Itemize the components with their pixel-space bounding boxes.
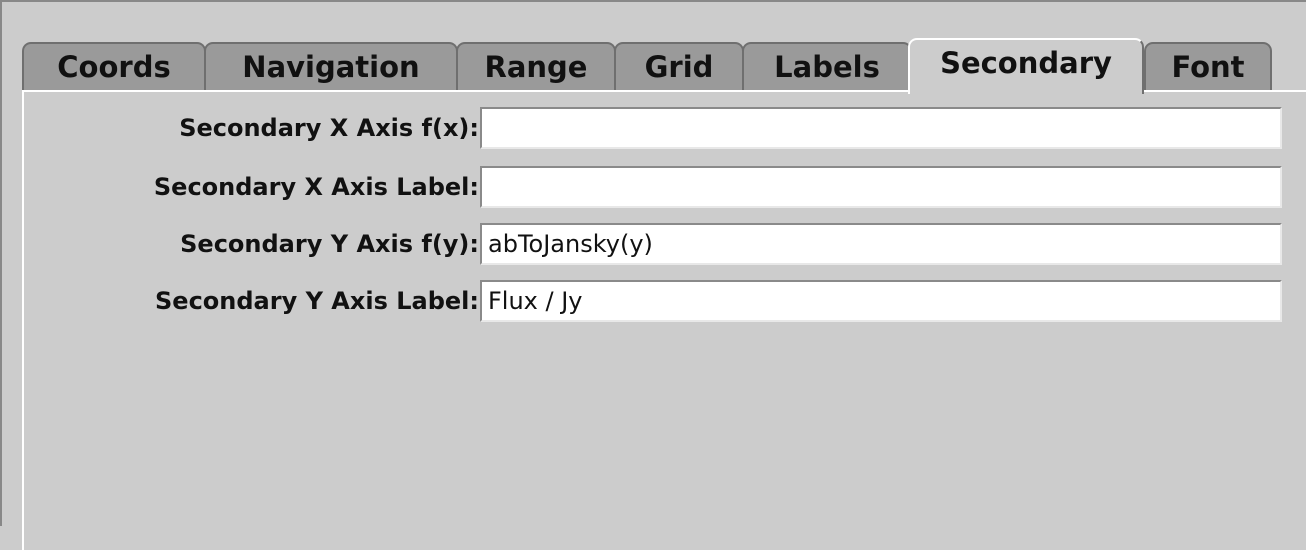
tab-navigation[interactable]: Navigation	[204, 42, 458, 90]
secondary-y-function-input[interactable]	[480, 223, 1282, 265]
tab-grid[interactable]: Grid	[614, 42, 744, 90]
form-row: Secondary X Axis f(x):	[24, 107, 1294, 149]
secondary-x-label-input[interactable]	[480, 166, 1282, 208]
secondary-x-function-label: Secondary X Axis f(x):	[179, 114, 479, 142]
tab-labels[interactable]: Labels	[742, 42, 912, 90]
tab-coords[interactable]: Coords	[22, 42, 206, 90]
tab-bar: Coords Navigation Range Grid Labels Seco…	[22, 38, 1292, 94]
tab-secondary[interactable]: Secondary	[908, 38, 1144, 94]
secondary-y-function-label: Secondary Y Axis f(y):	[180, 230, 479, 258]
secondary-y-label-input[interactable]	[480, 280, 1282, 322]
window-frame: Coords Navigation Range Grid Labels Seco…	[0, 0, 1306, 550]
secondary-axes-panel: Secondary X Axis f(x): Secondary X Axis …	[22, 90, 1306, 550]
tab-range[interactable]: Range	[456, 42, 616, 90]
form-row: Secondary Y Axis Label:	[24, 280, 1294, 322]
tab-font[interactable]: Font	[1144, 42, 1272, 90]
form-row: Secondary X Axis Label:	[24, 166, 1294, 208]
secondary-y-label-label: Secondary Y Axis Label:	[155, 287, 479, 315]
secondary-x-label-label: Secondary X Axis Label:	[153, 173, 479, 201]
secondary-x-function-input[interactable]	[480, 107, 1282, 149]
form-row: Secondary Y Axis f(y):	[24, 223, 1294, 265]
